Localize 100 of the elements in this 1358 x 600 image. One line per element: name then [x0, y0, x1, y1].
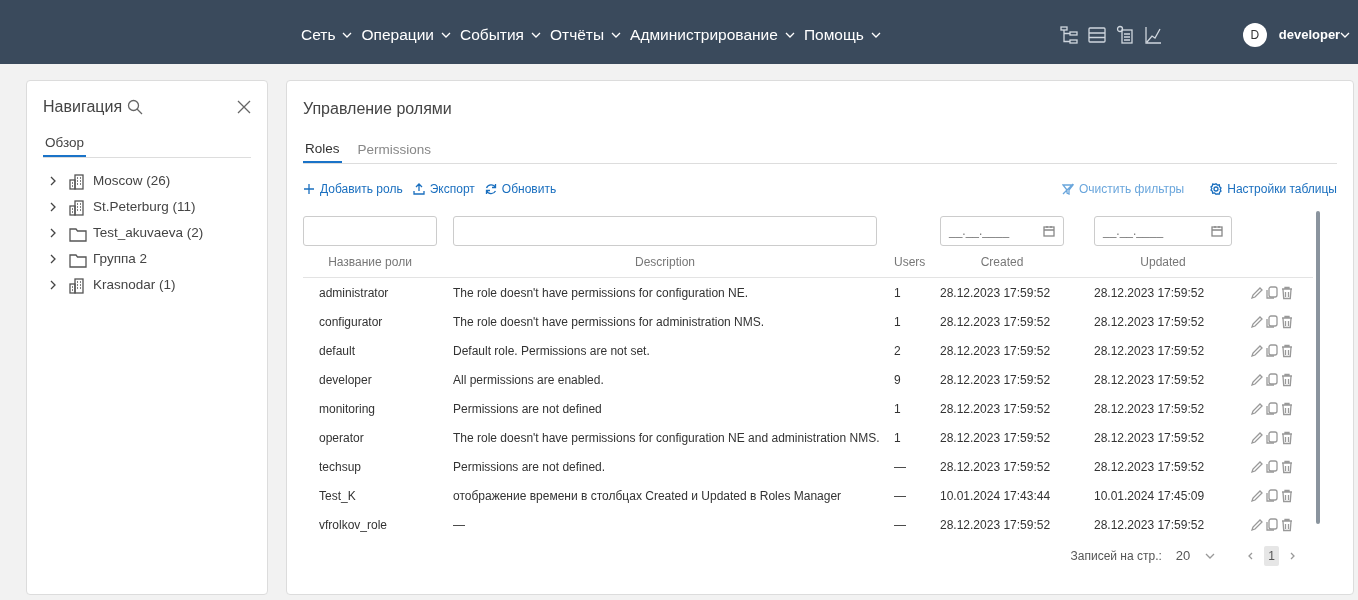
chevron-down-icon: [1204, 551, 1217, 561]
menu-item[interactable]: События: [460, 23, 550, 47]
calendar-icon[interactable]: [1211, 225, 1223, 238]
trash-icon[interactable]: [1280, 401, 1294, 416]
column-header: Updated: [1140, 253, 1186, 271]
building-icon: [69, 172, 87, 190]
page-size-select[interactable]: 20: [1169, 545, 1223, 567]
table-cell: 28.12.2023 17:59:52: [1094, 459, 1205, 474]
refresh-icon: [484, 183, 497, 196]
table-cell: configurator: [319, 314, 383, 329]
copy-icon[interactable]: [1265, 314, 1279, 329]
page-size-label: Записей на стр.:: [1070, 548, 1162, 565]
table-cell: —: [894, 459, 906, 474]
table-cell: Permissions are not defined: [453, 401, 602, 416]
document-icon[interactable]: [1114, 25, 1135, 45]
table-cell: 28.12.2023 17:59:52: [940, 517, 1051, 532]
settings-button[interactable]: Настройки таблицы: [1210, 180, 1337, 199]
pencil-icon[interactable]: [1250, 430, 1264, 445]
tab[interactable]: Обзор: [43, 133, 86, 158]
table-cell: Default role. Permissions are not set.: [453, 343, 650, 358]
copy-icon[interactable]: [1265, 488, 1279, 503]
page-button[interactable]: 1: [1264, 546, 1279, 566]
table-cell: —: [894, 488, 906, 503]
tab[interactable]: Roles: [303, 139, 342, 164]
building-icon: [69, 198, 87, 216]
toolbar-button[interactable]: Экспорт: [412, 180, 475, 199]
table-cell: 28.12.2023 17:59:52: [940, 401, 1051, 416]
menu-item[interactable]: Операции: [361, 23, 460, 47]
pencil-icon[interactable]: [1250, 314, 1264, 329]
table-cell: techsup: [319, 459, 362, 474]
chevron-down-icon: [1340, 30, 1351, 40]
pencil-icon[interactable]: [1250, 401, 1264, 416]
column-header: Created: [980, 253, 1024, 271]
copy-icon[interactable]: [1265, 401, 1279, 416]
table-cell: default: [319, 343, 356, 358]
trash-icon[interactable]: [1280, 343, 1294, 358]
column-header: Description: [635, 253, 695, 271]
menu-item[interactable]: Отчёты: [550, 23, 631, 47]
table-cell: The role doesn't have permissions for administration NMS.: [453, 314, 765, 329]
filter-field[interactable]: [303, 216, 437, 247]
table-cell: 1: [894, 285, 901, 300]
date-field[interactable]: __.__.____: [1094, 216, 1232, 247]
menu-item[interactable]: Сеть: [301, 23, 362, 47]
pencil-icon[interactable]: [1250, 285, 1264, 300]
table-cell: 10.01.2024 17:43:44: [940, 488, 1051, 503]
table-cell: 28.12.2023 17:59:52: [1094, 372, 1205, 387]
trash-icon[interactable]: [1280, 430, 1294, 445]
table-cell: developer: [319, 372, 372, 387]
scrollbar-thumb[interactable]: [1316, 211, 1320, 524]
user-menu[interactable]: developer: [1278, 25, 1351, 45]
chevron-down-icon: [783, 30, 796, 40]
table-cell: 1: [894, 314, 901, 329]
table-cell: 10.01.2024 17:45:09: [1094, 488, 1205, 503]
close-icon[interactable]: [237, 100, 251, 114]
calendar-icon[interactable]: [1043, 225, 1055, 238]
trash-icon[interactable]: [1280, 488, 1294, 503]
copy-icon[interactable]: [1265, 517, 1279, 532]
table-cell: administrator: [319, 285, 389, 300]
trash-icon[interactable]: [1280, 285, 1294, 300]
table-cell: Test_K: [319, 488, 356, 503]
tree-item[interactable]: Moscow (26): [43, 168, 251, 195]
trash-icon[interactable]: [1280, 517, 1294, 532]
table-cell: 28.12.2023 17:59:52: [940, 459, 1051, 474]
chart-icon[interactable]: [1142, 25, 1163, 45]
toolbar-button[interactable]: Добавить роль: [303, 180, 403, 199]
chevron-down-icon: [530, 30, 542, 40]
pencil-icon[interactable]: [1250, 343, 1264, 358]
menu-item[interactable]: Помощь: [803, 23, 890, 47]
chevron-down-icon: [869, 30, 882, 40]
copy-icon[interactable]: [1265, 285, 1279, 300]
tree-item[interactable]: Krasnodar (1): [43, 272, 251, 299]
menu-item[interactable]: Администрирование: [630, 23, 804, 47]
copy-icon[interactable]: [1265, 343, 1279, 358]
pencil-icon[interactable]: [1250, 372, 1264, 387]
pencil-icon[interactable]: [1250, 517, 1264, 532]
table-cell: 28.12.2023 17:59:52: [1094, 517, 1205, 532]
copy-icon[interactable]: [1265, 430, 1279, 445]
filter-field[interactable]: [453, 216, 877, 247]
chevron-down-icon: [341, 30, 354, 40]
copy-icon[interactable]: [1265, 459, 1279, 474]
tab[interactable]: Permissions: [355, 139, 434, 164]
table-cell: 9: [894, 372, 901, 387]
trash-icon[interactable]: [1280, 372, 1294, 387]
table-cell: 28.12.2023 17:59:52: [940, 343, 1051, 358]
toolbar-button[interactable]: Обновить: [484, 180, 557, 199]
tree-item[interactable]: St.Peterburg (11): [43, 194, 251, 221]
date-field[interactable]: __.__.____: [940, 216, 1064, 247]
tree-icon[interactable]: [1058, 25, 1079, 45]
trash-icon[interactable]: [1280, 459, 1294, 474]
tree-item[interactable]: Test_akuvaeva (2): [43, 220, 251, 247]
pencil-icon[interactable]: [1250, 459, 1264, 474]
copy-icon[interactable]: [1265, 372, 1279, 387]
pencil-icon[interactable]: [1250, 488, 1264, 503]
tree-item[interactable]: Группа 2: [43, 246, 251, 273]
page-title: Управление ролями: [303, 99, 453, 119]
table-cell: The role doesn't have permissions for configuration NE and administration NMS.: [453, 430, 880, 445]
trash-icon[interactable]: [1280, 314, 1294, 329]
search-icon[interactable]: [126, 98, 145, 116]
list-icon[interactable]: [1086, 25, 1107, 45]
table-cell: отображение времени в столбцах Created и Updated в Roles Manager: [453, 488, 842, 503]
